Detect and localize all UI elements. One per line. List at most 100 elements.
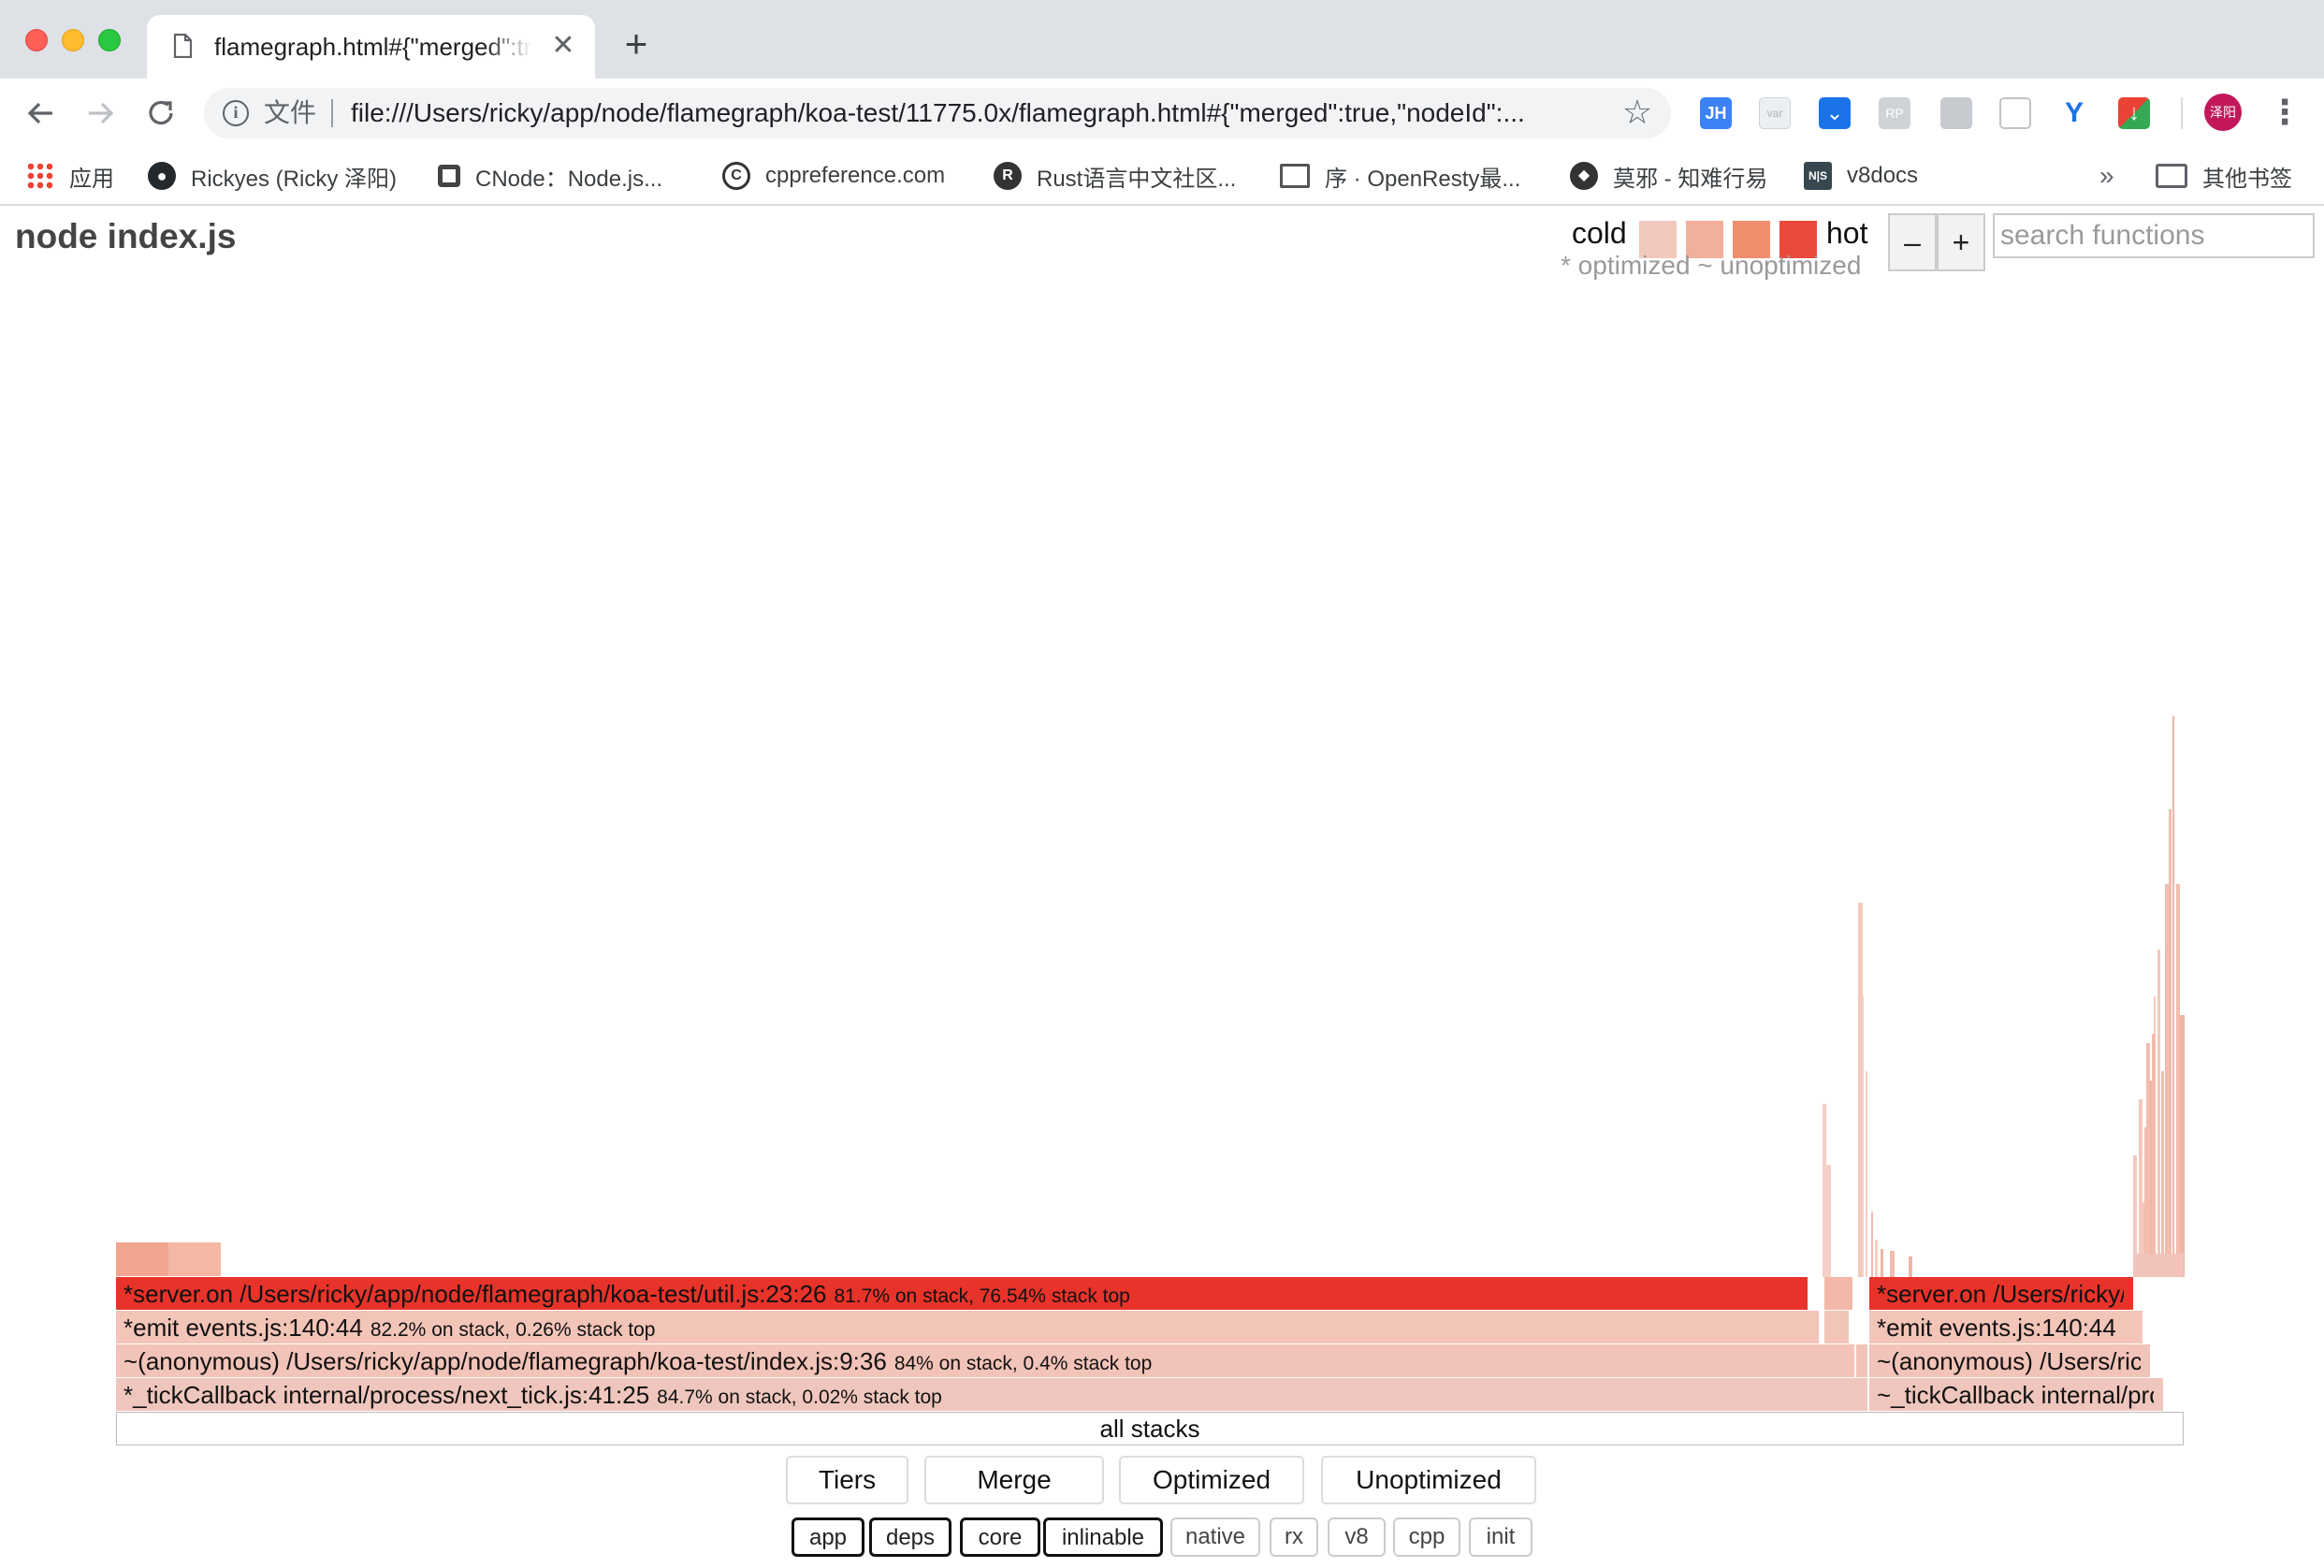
filter-inlinable-toggle[interactable]: inlinable (1043, 1517, 1163, 1557)
view-tiers-button[interactable]: Tiers (786, 1456, 908, 1504)
forward-arrow-icon[interactable] (80, 93, 121, 134)
bookmark-cnode[interactable]: CNode：Node.js... (438, 155, 662, 196)
url-text[interactable]: file:///Users/ricky/app/node/flamegraph/… (351, 97, 1605, 129)
extension-rp-icon[interactable]: RP (1879, 97, 1910, 129)
flame-thin-stack[interactable] (1826, 1165, 1831, 1277)
bookmark-label: 莫邪 - 知难行易 (1613, 166, 1768, 192)
omnibox-divider (331, 99, 333, 127)
flame-frame-label[interactable]: ~(anonymous) /Users/ricky/app/node/flame… (116, 1344, 1854, 1378)
legend-hot-label: hot (1826, 216, 1868, 250)
frame-function-name: *emit events.js:140:44 (123, 1314, 363, 1342)
browser-toolbar: i 文件 file:///Users/ricky/app/node/flameg… (0, 79, 2324, 148)
flame-thin-stack[interactable] (1823, 1104, 1826, 1277)
flame-thin-stack[interactable] (2157, 950, 2160, 1277)
tab-close-icon[interactable]: ✕ (549, 32, 577, 60)
flame-frame-label[interactable]: *emit events.js:140:44 (1869, 1311, 2133, 1344)
new-tab-button[interactable]: + (617, 24, 655, 64)
window-maximize-button[interactable] (98, 29, 121, 51)
extension-pocket-icon[interactable]: ⌄ (1819, 97, 1851, 129)
view-optimized-button[interactable]: Optimized (1119, 1456, 1304, 1504)
flame-thin-stack[interactable] (1890, 1251, 1895, 1277)
omnibox-scheme-label: 文件 (264, 98, 317, 127)
profile-avatar[interactable]: 泽阳 (2204, 94, 2242, 131)
flame-thin-stack[interactable] (1862, 996, 1864, 1277)
flame-thin-stack[interactable] (2176, 884, 2180, 1277)
flame-frame-label[interactable]: ~_tickCallback internal/process/next_tic… (1869, 1378, 2154, 1412)
filter-init-toggle[interactable]: init (1469, 1517, 1532, 1557)
window-minimize-button[interactable] (62, 29, 84, 51)
bookmark-v8docs[interactable]: N|S v8docs (1804, 155, 1918, 196)
bookmark-apps[interactable]: 应用 (26, 155, 114, 196)
search-functions-input[interactable] (1993, 213, 2315, 258)
extension-reader-icon[interactable] (1999, 97, 2031, 129)
cnode-icon (438, 165, 460, 187)
flame-thin-stack[interactable] (2169, 809, 2171, 1277)
flame-thin-stack[interactable] (2152, 1034, 2156, 1277)
flame-thin-stack[interactable] (2139, 1099, 2142, 1277)
flame-frame-label[interactable]: *server.on /Users/ricky/app/node/flamegr… (1869, 1277, 2124, 1311)
flame-thin-stack[interactable] (2161, 1071, 2164, 1277)
flame-thin-stack[interactable] (1881, 1249, 1883, 1277)
bookmark-cppreference[interactable]: C cppreference.com (722, 155, 945, 196)
flame-frame-label[interactable]: ~(anonymous) /Users/ricky/app/node/flame… (1869, 1344, 2141, 1378)
bookmark-github[interactable]: ● Rickyes (Ricky 泽阳) (148, 155, 397, 196)
filter-deps-toggle[interactable]: deps (869, 1517, 951, 1557)
info-icon[interactable]: i (223, 100, 249, 126)
filter-app-toggle[interactable]: app (792, 1517, 864, 1557)
extension-mail-icon[interactable] (1940, 97, 1972, 129)
bookmarks-overflow-icon[interactable]: » (2099, 155, 2114, 196)
flame-frame-small[interactable] (1824, 1277, 1852, 1310)
flame-frame-small[interactable] (116, 1242, 168, 1276)
flame-frame-label[interactable]: *server.on /Users/ricky/app/node/flamegr… (116, 1277, 1808, 1311)
frame-function-name: *_tickCallback internal/process/next_tic… (123, 1381, 650, 1409)
bookmark-openresty[interactable]: 序 · OpenResty最... (1280, 155, 1520, 196)
extension-var-icon[interactable]: var (1759, 97, 1791, 129)
window-close-button[interactable] (25, 29, 48, 51)
reload-icon[interactable] (140, 93, 182, 134)
flame-frame-small[interactable] (1824, 1311, 1849, 1343)
flame-thin-stack[interactable] (2172, 716, 2174, 1277)
flame-thin-stack[interactable] (1875, 1240, 1878, 1277)
rust-icon: R (994, 162, 1022, 190)
filter-v8-toggle[interactable]: v8 (1328, 1517, 1386, 1557)
cat-icon: ◆ (1570, 162, 1598, 190)
flame-frame-small[interactable] (168, 1242, 221, 1276)
zoom-out-button[interactable]: – (1888, 213, 1937, 271)
flame-frame-label[interactable]: *emit events.js:140:44 82.2% on stack, 0.… (116, 1311, 1819, 1344)
toolbar-divider (2181, 97, 2183, 129)
extension-download-icon[interactable]: ↓ (2118, 97, 2150, 129)
view-merge-button[interactable]: Merge (924, 1456, 1104, 1504)
back-arrow-icon[interactable] (21, 93, 62, 134)
flame-frame-small[interactable] (2135, 1254, 2184, 1277)
zoom-in-button[interactable]: + (1937, 213, 1985, 271)
bookmark-rust[interactable]: R Rust语言中文社区... (994, 155, 1236, 196)
browser-tab[interactable]: flamegraph.html#{"merged":true,"nodeId":… (147, 15, 595, 79)
flame-frame-small[interactable] (1856, 1344, 1867, 1377)
bookmark-moxie[interactable]: ◆ 莫邪 - 知难行易 (1570, 155, 1767, 196)
filter-cpp-toggle[interactable]: cpp (1393, 1517, 1460, 1557)
browser-chrome: flamegraph.html#{"merged":true,"nodeId":… (0, 0, 2324, 206)
flame-frame-label[interactable]: *_tickCallback internal/process/next_tic… (116, 1378, 1867, 1412)
view-unoptimized-button[interactable]: Unoptimized (1321, 1456, 1536, 1504)
bookmark-label: v8docs (1847, 163, 1919, 188)
other-bookmarks-folder[interactable]: 其他书签 (2156, 155, 2292, 196)
bookmark-star-icon[interactable]: ☆ (1619, 94, 1656, 131)
filter-rx-toggle[interactable]: rx (1270, 1517, 1318, 1557)
flamegraph-page: node index.js cold hot * optimized ~ uno… (0, 206, 2324, 1568)
filter-bar: app deps core inlinable native rx v8 cpp init (0, 1517, 2324, 1559)
extension-y-icon[interactable]: Y (2058, 97, 2090, 129)
flame-thin-stack[interactable] (1866, 1071, 1867, 1277)
flame-thin-stack[interactable] (1871, 1212, 1873, 1277)
legend-cold-label: cold (1572, 216, 1627, 250)
bookmark-label: Rust语言中文社区... (1037, 166, 1237, 192)
flame-thin-stack[interactable] (2165, 884, 2169, 1277)
cppreference-icon: C (722, 162, 750, 190)
extension-jh-icon[interactable]: JH (1700, 97, 1732, 129)
flame-thin-stack[interactable] (2180, 1015, 2185, 1277)
filter-core-toggle[interactable]: core (960, 1517, 1040, 1557)
filter-native-toggle[interactable]: native (1170, 1517, 1260, 1557)
menu-kebab-icon[interactable]: ⋮ (2266, 94, 2303, 131)
address-bar[interactable]: i 文件 file:///Users/ricky/app/node/flameg… (204, 88, 1671, 138)
root-frame-all-stacks[interactable]: all stacks (116, 1412, 2184, 1445)
flame-thin-stack[interactable] (1909, 1256, 1912, 1277)
